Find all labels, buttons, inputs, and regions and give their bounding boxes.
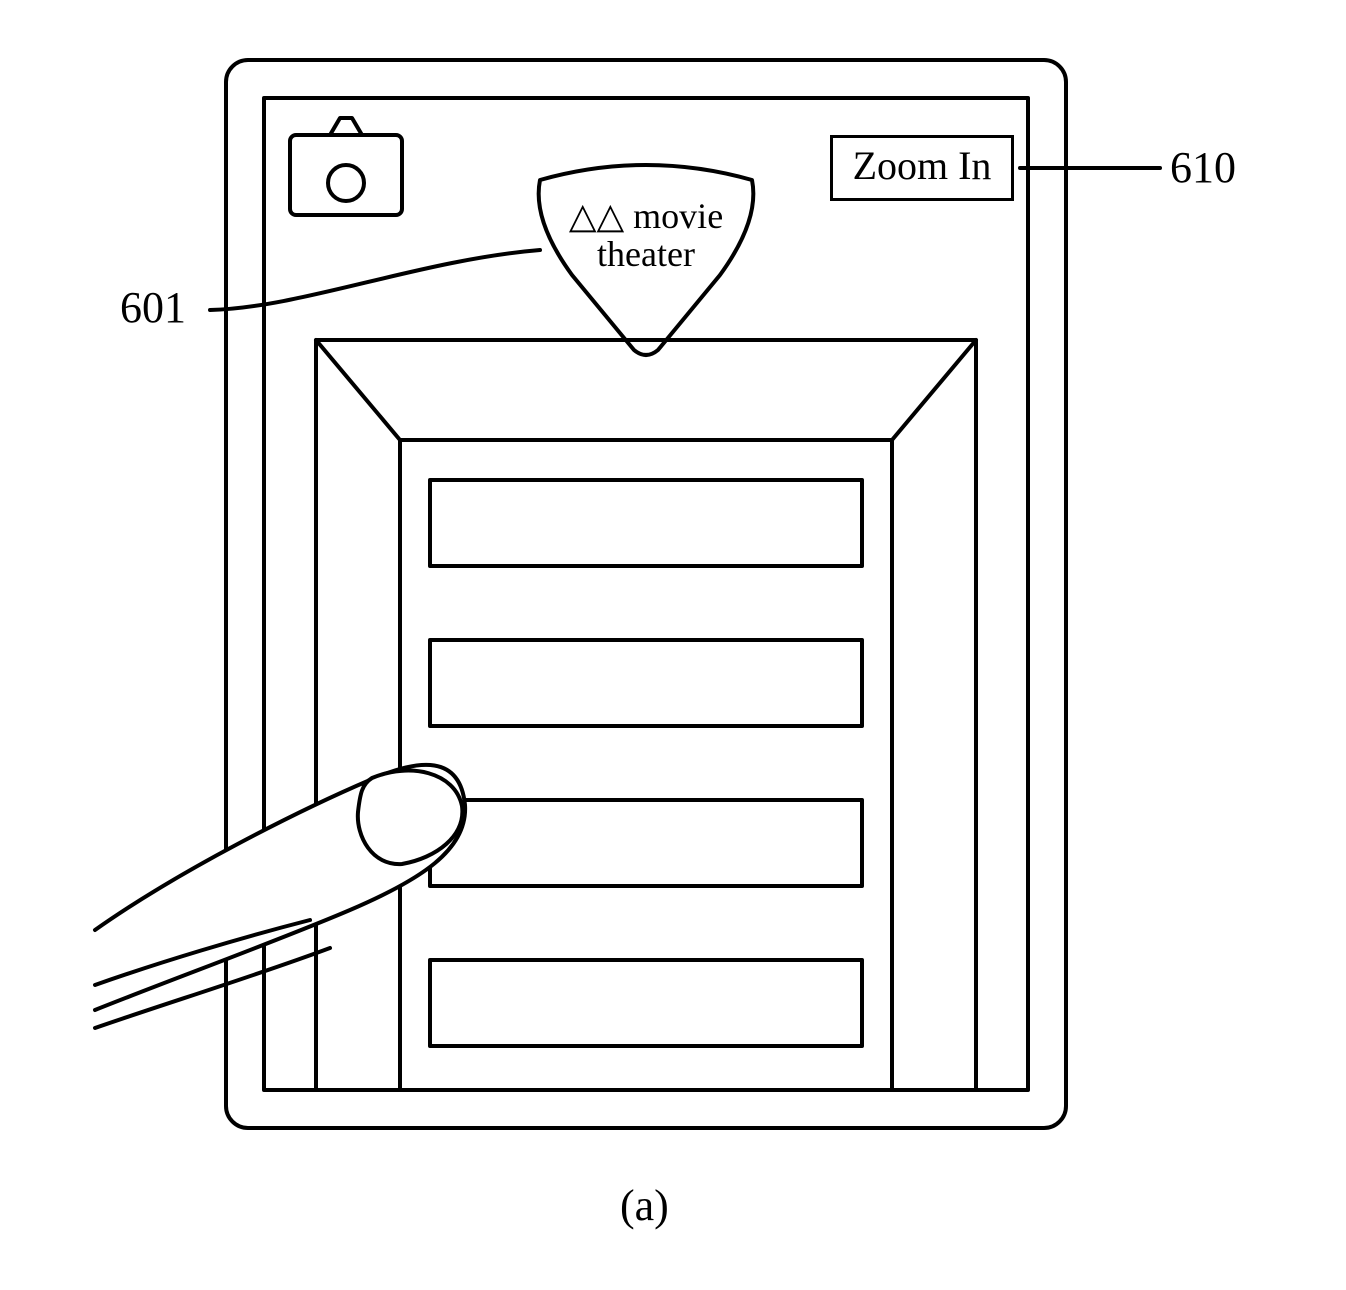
callout-leader-601 — [210, 250, 540, 310]
location-marker-label: △△ movie theater — [556, 198, 736, 274]
building[interactable] — [316, 340, 976, 1090]
figure-svg — [0, 0, 1346, 1290]
camera-icon — [290, 118, 402, 215]
patent-figure: Zoom In △△ movie theater 601 610 (a) — [0, 0, 1346, 1290]
marker-line1: △△ movie — [569, 196, 723, 236]
zoom-in-label: Zoom In — [853, 143, 992, 188]
finger-icon — [95, 765, 465, 1028]
zoom-in-button[interactable]: Zoom In — [830, 135, 1014, 201]
callout-601: 601 — [120, 286, 186, 330]
marker-line2: theater — [597, 234, 695, 274]
figure-label: (a) — [620, 1180, 669, 1231]
callout-610: 610 — [1170, 146, 1236, 190]
